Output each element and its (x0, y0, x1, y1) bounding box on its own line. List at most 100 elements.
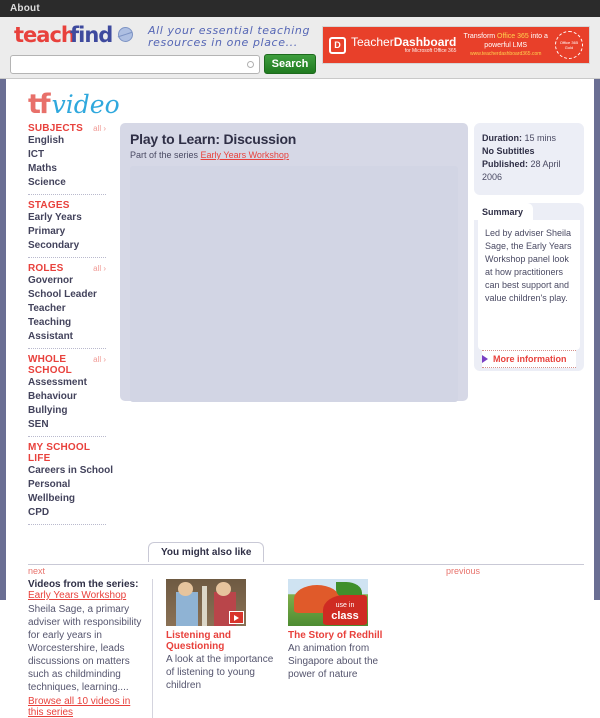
video-player[interactable] (130, 166, 458, 402)
nav-all-link[interactable]: all › (93, 264, 106, 273)
previous-link[interactable]: previous (446, 566, 480, 576)
dashboard-icon: D (329, 36, 346, 54)
sidebar-item-school-leader[interactable]: School Leader (28, 288, 116, 302)
series-heading: Videos from the series: (28, 579, 139, 590)
child-left-body (176, 592, 198, 626)
summary-tab: Summary (474, 203, 534, 220)
teachfind-logo[interactable]: teach find (10, 23, 133, 49)
search-box[interactable] (10, 54, 260, 74)
info-rail: Duration: 15 mins No Subtitles Published… (474, 123, 584, 401)
site-header: teach find All your essential teaching r… (0, 17, 600, 79)
duration-label: Duration: (482, 133, 522, 143)
sidebar-item-personal-wellbeing[interactable]: Personal Wellbeing (28, 478, 116, 506)
summary-box: Summary Led by adviser Sheila Sage, the … (474, 203, 584, 371)
carousel-nav: next previous (28, 565, 584, 577)
video-thumbnail-children[interactable] (166, 579, 246, 626)
search-button[interactable]: Search (264, 54, 316, 74)
nav-header: SUBJECTS all › (28, 123, 116, 134)
play-button-icon[interactable] (229, 611, 244, 624)
summary-text: Led by adviser Sheila Sage, the Early Ye… (478, 220, 580, 350)
nav-title: ROLES (28, 263, 64, 274)
nav-title: WHOLE SCHOOL (28, 354, 72, 376)
globe-icon (118, 27, 133, 42)
body-columns: SUBJECTS all › English ICT Maths Science… (6, 119, 594, 530)
browse-all-videos-link[interactable]: Browse all 10 videos in this series (28, 696, 142, 718)
sidebar-item-early-years[interactable]: Early Years (28, 211, 116, 225)
sidebar-item-secondary[interactable]: Secondary (28, 239, 116, 253)
nav-divider (28, 436, 106, 437)
nav-all-link[interactable]: all › (93, 124, 106, 133)
ad-brand: TeacherDashboard for Microsoft Office 36… (351, 36, 456, 54)
badge-large-text: class (331, 610, 359, 622)
series-link[interactable]: Early Years Workshop (201, 150, 289, 160)
tf-video-logo-tf: tf (28, 89, 51, 120)
play-structure (202, 586, 207, 626)
ad-copy-line-2: powerful LMS (484, 41, 528, 49)
page-frame: tf video SUBJECTS all › English ICT Maths… (0, 79, 600, 718)
sidebar-item-assessment[interactable]: Assessment (28, 376, 116, 390)
tf-video-logo-word: video (51, 90, 120, 119)
duration-row: Duration: 15 mins (482, 132, 576, 145)
tf-video-logo[interactable]: tf video (6, 79, 594, 120)
subtitles-value: No Subtitles (482, 146, 535, 156)
next-link[interactable]: next (28, 566, 45, 576)
child-left-head (178, 582, 193, 596)
published-row: Published: 28 April 2006 (482, 158, 576, 184)
tab-you-might-also-like[interactable]: You might also like (148, 542, 265, 562)
video-panel: Play to Learn: Discussion Part of the se… (120, 123, 468, 402)
ad-copy-pre: Transform (463, 32, 498, 40)
subtitles-row: No Subtitles (482, 145, 576, 158)
ad-copy-line-1: Transform Office 365 into a (460, 32, 551, 41)
series-title-link[interactable]: Early Years Workshop (28, 590, 142, 601)
nav-title: MY SCHOOL LIFE (28, 442, 90, 464)
sidebar-item-bullying[interactable]: Bullying (28, 404, 116, 418)
search-input[interactable] (11, 55, 259, 73)
sidebar-item-primary[interactable]: Primary (28, 225, 116, 239)
nav-divider (28, 348, 106, 349)
nav-group-whole-school: WHOLE SCHOOL all › Assessment Behaviour … (28, 354, 116, 432)
card-title[interactable]: Listening and Questioning (166, 630, 275, 652)
play-triangle-icon (482, 355, 488, 363)
ad-url: www.teacherdashboard365.com (469, 50, 542, 57)
ad-subtitle: for Microsoft Office 365 (404, 47, 457, 54)
sidebar-item-science[interactable]: Science (28, 176, 116, 190)
series-description: Sheila Sage, a primary adviser with resp… (28, 604, 142, 693)
sidebar-item-cpd[interactable]: CPD (28, 506, 116, 520)
banner-ad[interactable]: D TeacherDashboard for Microsoft Office … (322, 26, 590, 64)
logo-find-text: find (70, 23, 113, 47)
nav-all-link[interactable]: all › (93, 355, 106, 364)
child-right-head (216, 582, 231, 596)
metadata-box: Duration: 15 mins No Subtitles Published… (474, 123, 584, 195)
ad-copy: Transform Office 365 into a powerful LMS… (456, 32, 555, 59)
more-information-label: More information (493, 354, 567, 364)
card-description: An animation from Singapore about the po… (288, 643, 379, 680)
duration-value: 15 mins (522, 133, 557, 143)
nav-header: WHOLE SCHOOL all › (28, 354, 116, 376)
video-thumbnail-redhill[interactable]: use in class (288, 579, 368, 626)
sidebar-item-teaching-assistant[interactable]: Teaching Assistant (28, 316, 116, 344)
sidebar-item-behaviour[interactable]: Behaviour (28, 390, 116, 404)
sidebar-item-english[interactable]: English (28, 134, 116, 148)
series-prefix: Part of the series (130, 150, 201, 160)
sidebar-item-governor[interactable]: Governor (28, 274, 116, 288)
nav-header: STAGES (28, 200, 116, 211)
series-line: Part of the series Early Years Workshop (130, 150, 458, 160)
nav-title: SUBJECTS (28, 123, 83, 134)
card-title[interactable]: The Story of Redhill (288, 630, 397, 641)
sidebar-item-teacher[interactable]: Teacher (28, 302, 116, 316)
sidebar-item-maths[interactable]: Maths (28, 162, 116, 176)
more-information-button[interactable]: More information (482, 350, 576, 368)
sidebar-item-careers-in-school[interactable]: Careers in School (28, 464, 116, 478)
tagline: All your essential teaching resources in… (148, 23, 310, 49)
nav-group-subjects: SUBJECTS all › English ICT Maths Science (28, 123, 116, 190)
cards-row: Videos from the series: Early Years Work… (28, 577, 584, 718)
published-label: Published: (482, 159, 529, 169)
logo-teach-text: teach (14, 23, 76, 47)
sidebar-item-sen[interactable]: SEN (28, 418, 116, 432)
nav-header: MY SCHOOL LIFE (28, 442, 116, 464)
ad-title: TeacherDashboard (351, 36, 456, 49)
sidebar-item-ict[interactable]: ICT (28, 148, 116, 162)
ad-copy-post: into a (528, 32, 548, 40)
about-link[interactable]: About (10, 3, 40, 14)
nav-divider (28, 524, 106, 525)
